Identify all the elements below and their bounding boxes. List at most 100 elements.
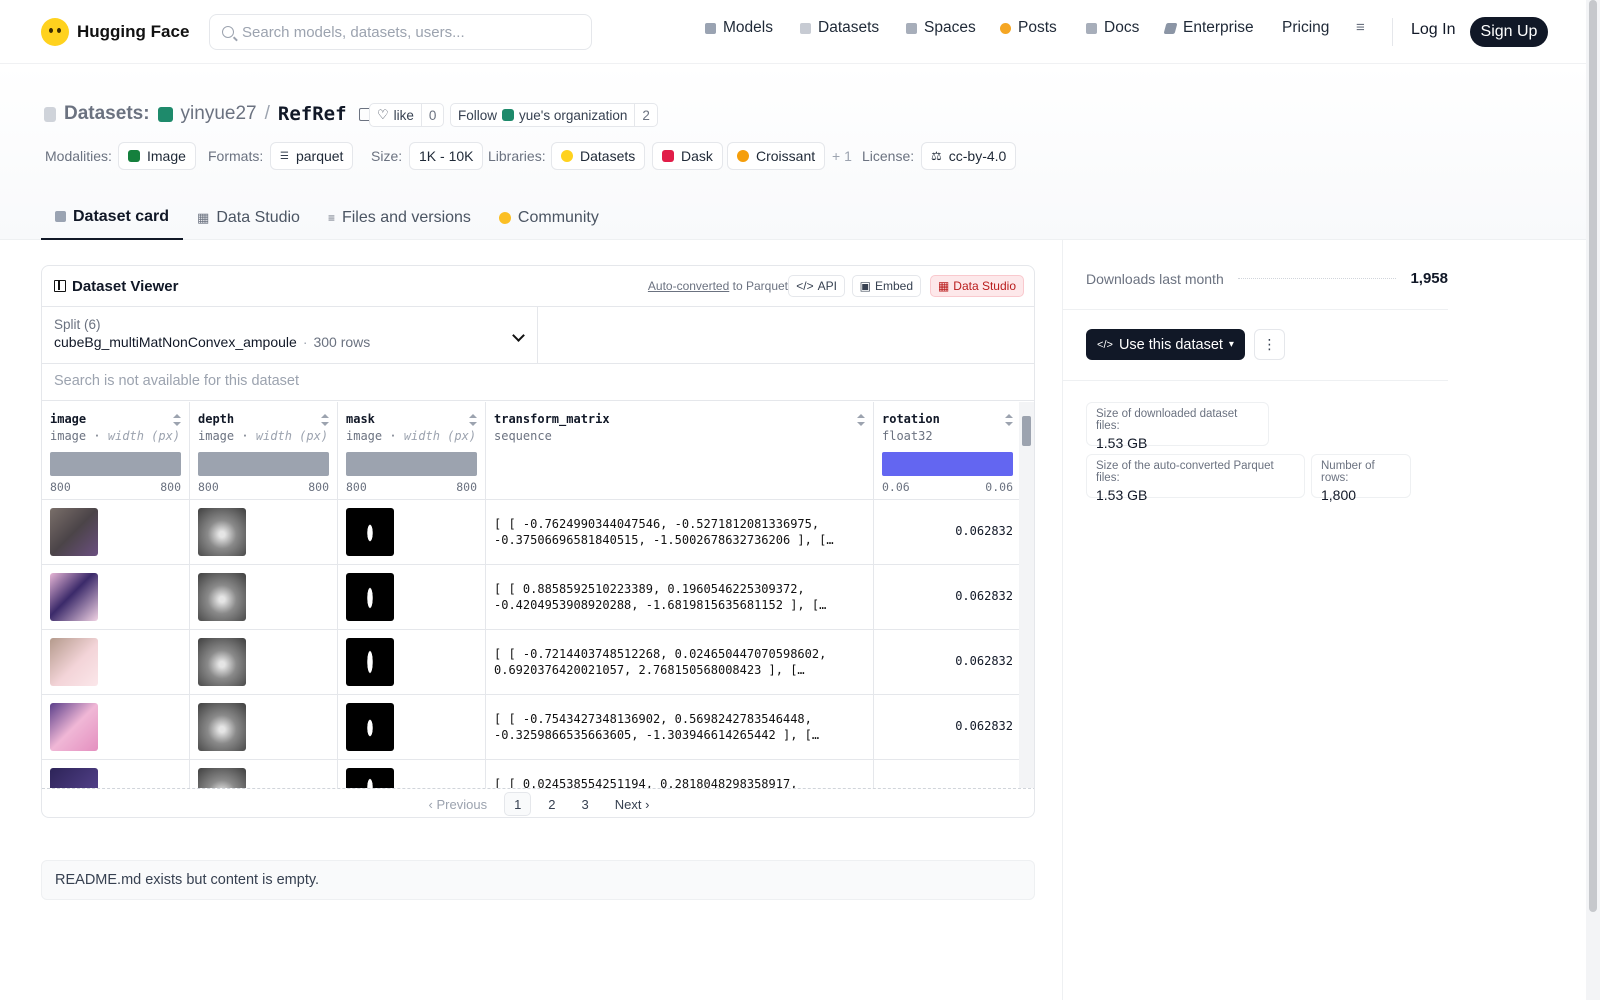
column-header[interactable]: rotation float32 0.06 0.06 — [874, 402, 1021, 500]
nav-spaces[interactable]: Spaces — [906, 19, 976, 37]
table-cell[interactable] — [874, 760, 1021, 788]
size-tag[interactable]: 1K - 10K — [409, 142, 484, 170]
mask-thumbnail[interactable] — [346, 508, 394, 556]
image-thumbnail[interactable] — [50, 638, 98, 686]
nav-pricing[interactable]: Pricing — [1282, 19, 1329, 37]
tab-files-and-versions[interactable]: ≡ Files and versions — [314, 195, 485, 240]
follow-button[interactable]: Follow yue's organization 2 — [450, 103, 658, 127]
spaces-icon — [906, 22, 917, 34]
tab-dataset-card[interactable]: Dataset card — [41, 195, 184, 240]
mask-thumbnail[interactable] — [346, 703, 394, 751]
depth-thumbnail[interactable] — [198, 703, 246, 751]
page-1-button[interactable]: 1 — [504, 792, 532, 816]
next-page-button[interactable]: Next › — [606, 792, 659, 816]
pagination: ‹ Previous 1 2 3 Next › — [42, 788, 1034, 817]
dataset-name[interactable]: RefRef — [278, 103, 347, 125]
nav-models[interactable]: Models — [705, 19, 773, 37]
signup-button[interactable]: Sign Up — [1470, 17, 1548, 47]
sort-icon[interactable] — [469, 414, 477, 426]
nav-docs[interactable]: Docs — [1086, 19, 1139, 37]
modality-tag[interactable]: Image — [118, 142, 196, 170]
column-header[interactable]: transform_matrix sequence — [486, 402, 873, 500]
page-scrollbar[interactable] — [1586, 0, 1600, 1000]
search-input[interactable]: Search models, datasets, users... — [209, 14, 592, 50]
histogram-bar[interactable] — [50, 452, 181, 476]
image-thumbnail[interactable] — [50, 703, 98, 751]
format-tag[interactable]: ☰ parquet — [270, 142, 354, 170]
library-tag-croissant[interactable]: Croissant — [727, 142, 826, 170]
tag-label: cc-by-4.0 — [948, 148, 1007, 164]
table-cell[interactable]: 0.062832 — [874, 565, 1021, 630]
table-cell[interactable]: 0.062832 — [874, 630, 1021, 695]
libraries-more[interactable]: + 1 — [832, 148, 852, 164]
histogram-bar[interactable] — [882, 452, 1013, 476]
like-button[interactable]: ♡ like 0 — [369, 103, 445, 127]
posts-icon — [1000, 22, 1011, 34]
table-cell[interactable]: 0.062832 — [874, 500, 1021, 565]
depth-thumbnail[interactable] — [198, 573, 246, 621]
use-this-dataset-button[interactable]: </> Use this dataset ▾ — [1086, 329, 1245, 360]
table-cell[interactable]: [ [ 0.024538554251194, 0.281804829835891… — [486, 760, 873, 788]
repo-type-label[interactable]: Datasets: — [64, 103, 150, 125]
depth-thumbnail[interactable] — [198, 768, 246, 788]
table-scrollbar[interactable] — [1019, 402, 1034, 788]
page-3-button[interactable]: 3 — [573, 792, 598, 816]
more-options-button[interactable]: ⋮ — [1254, 329, 1285, 360]
sort-icon[interactable] — [857, 414, 865, 426]
nav-posts[interactable]: Posts — [1000, 19, 1057, 37]
brand-logo[interactable]: Hugging Face — [41, 18, 189, 46]
image-thumbnail[interactable] — [50, 573, 98, 621]
tab-community[interactable]: Community — [485, 195, 613, 240]
depth-thumbnail[interactable] — [198, 508, 246, 556]
column-header[interactable]: depth image · width (px) 800 800 — [190, 402, 337, 500]
mask-thumbnail[interactable] — [346, 573, 394, 621]
license-tag[interactable]: ⚖ cc-by-4.0 — [921, 142, 1017, 170]
column-header[interactable]: image image · width (px) 800 800 — [42, 402, 189, 500]
stat-label: Number of rows: — [1321, 460, 1375, 484]
mask-thumbnail[interactable] — [346, 638, 394, 686]
stat-number-of-rows: Number of rows: 1,800 — [1311, 454, 1411, 503]
image-thumbnail[interactable] — [50, 768, 98, 788]
table-cell[interactable]: [ [ -0.7214403748512268, 0.0246504470705… — [486, 630, 873, 695]
scrollbar-thumb[interactable] — [1022, 416, 1031, 446]
nav-label: Enterprise — [1183, 19, 1254, 36]
image-thumbnail[interactable] — [50, 508, 98, 556]
table-cell[interactable]: [ [ -0.7543427348136902, 0.5698242783546… — [486, 695, 873, 760]
auto-converted-link[interactable]: Auto-converted to Parquet — [648, 279, 788, 293]
table-cell — [338, 695, 485, 760]
data-studio-button[interactable]: ▦ Data Studio — [929, 275, 1024, 297]
nav-datasets[interactable]: Datasets — [800, 19, 879, 37]
tab-data-studio[interactable]: ▦ Data Studio — [183, 195, 314, 240]
login-link[interactable]: Log In — [1411, 21, 1455, 39]
tag-label: Datasets — [580, 148, 636, 164]
split-selector[interactable]: Split (6) cubeBg_multiMatNonConvex_ampou… — [42, 307, 538, 364]
depth-thumbnail[interactable] — [198, 638, 246, 686]
column-name: mask — [346, 412, 375, 426]
owner-link[interactable]: yinyue27 — [181, 103, 257, 125]
embed-button[interactable]: ▣ Embed — [851, 275, 921, 297]
chevron-right-icon: › — [641, 796, 650, 812]
more-menu-icon[interactable]: ≡ — [1356, 19, 1365, 36]
library-tag-datasets[interactable]: Datasets — [551, 142, 646, 170]
column-type: image — [50, 429, 87, 443]
table-cell[interactable]: [ [ 0.8858592510223389, 0.19605462253093… — [486, 565, 873, 630]
croissant-icon — [737, 150, 749, 162]
library-tag-dask[interactable]: Dask — [652, 142, 723, 170]
histogram-bar[interactable] — [346, 452, 477, 476]
table-cell[interactable]: 0.062832 — [874, 695, 1021, 760]
page-2-button[interactable]: 2 — [539, 792, 564, 816]
histogram-bar[interactable] — [198, 452, 329, 476]
sort-icon[interactable] — [1005, 414, 1013, 426]
previous-page-button[interactable]: ‹ Previous — [420, 792, 497, 816]
sort-icon[interactable] — [173, 414, 181, 426]
search-icon — [222, 26, 234, 38]
table-cell[interactable]: [ [ -0.7624990344047546, -0.527181208133… — [486, 500, 873, 565]
page-scrollbar-thumb[interactable] — [1589, 0, 1597, 912]
column-header[interactable]: mask image · width (px) 800 800 — [338, 402, 485, 500]
stat-value: 1,800 — [1321, 487, 1357, 503]
viewer-search-input[interactable]: Search is not available for this dataset — [42, 364, 1034, 401]
nav-enterprise[interactable]: Enterprise — [1163, 19, 1254, 37]
sort-icon[interactable] — [321, 414, 329, 426]
mask-thumbnail[interactable] — [346, 768, 394, 788]
api-button[interactable]: </> API — [788, 275, 845, 297]
